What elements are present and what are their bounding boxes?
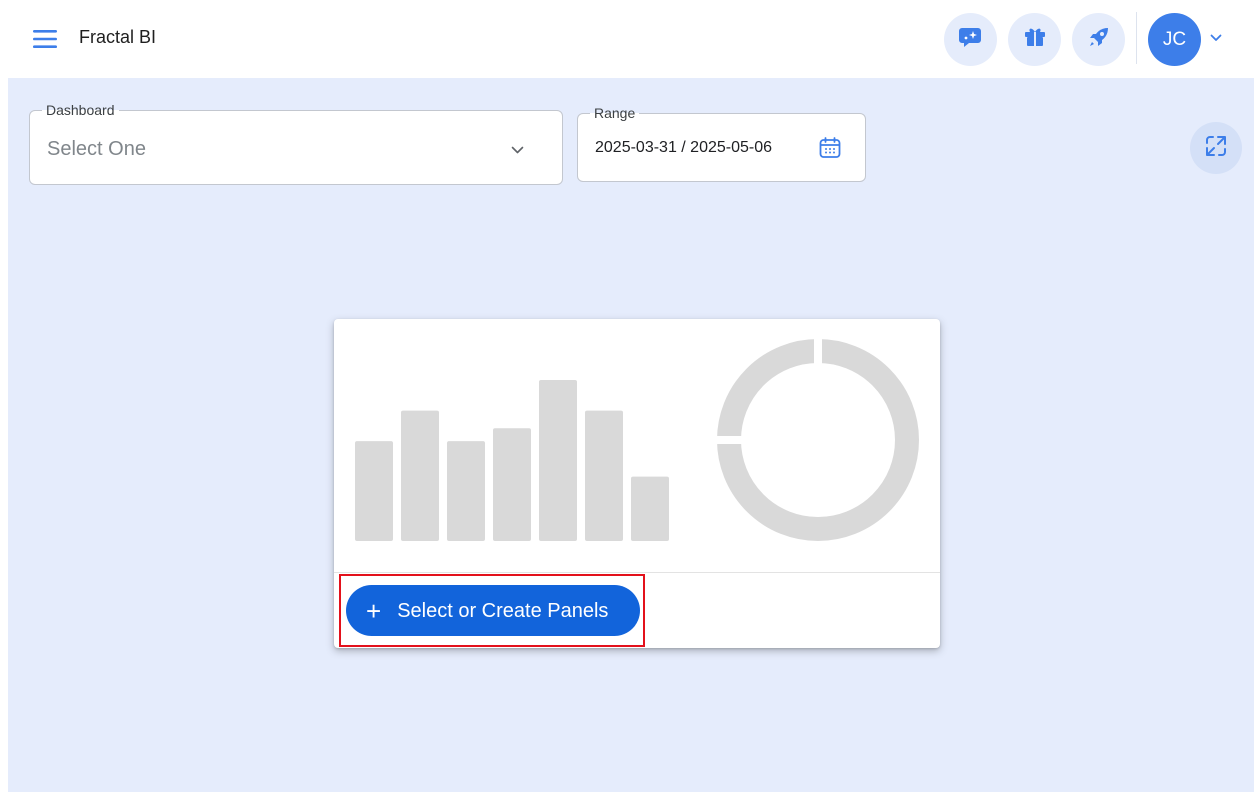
dashboard-label: Dashboard bbox=[42, 101, 119, 119]
plus-icon: + bbox=[366, 595, 382, 626]
placeholder-bar bbox=[631, 476, 669, 541]
rocket-icon bbox=[1087, 25, 1111, 54]
donut-placeholder bbox=[710, 333, 919, 541]
dashboard-canvas: Dashboard Select One Range 2025-03-31 / … bbox=[8, 78, 1254, 792]
calendar-icon[interactable] bbox=[815, 133, 845, 163]
range-field[interactable]: Range 2025-03-31 / 2025-05-06 bbox=[577, 104, 866, 182]
range-label: Range bbox=[590, 104, 640, 122]
chevron-down-icon bbox=[507, 140, 527, 160]
chat-sparkle-icon bbox=[958, 25, 984, 54]
chevron-down-icon[interactable] bbox=[1207, 29, 1225, 47]
placeholder-bar bbox=[539, 380, 577, 541]
card-divider bbox=[334, 572, 940, 573]
expand-icon bbox=[1203, 133, 1229, 164]
gifts-button[interactable] bbox=[1008, 13, 1061, 66]
gift-icon bbox=[1023, 26, 1047, 53]
select-or-create-panels-label: Select or Create Panels bbox=[397, 599, 609, 622]
placeholder-bar bbox=[355, 441, 393, 541]
panels-placeholder-illustration bbox=[355, 333, 919, 541]
dashboard-select[interactable]: Dashboard Select One bbox=[29, 101, 563, 185]
placeholder-bar bbox=[447, 441, 485, 541]
select-or-create-panels-button[interactable]: + Select or Create Panels bbox=[346, 585, 640, 636]
placeholder-bar bbox=[493, 428, 531, 541]
placeholder-bar-chart bbox=[355, 380, 669, 541]
user-avatar[interactable]: JC bbox=[1148, 13, 1201, 66]
dashboard-select-value: Select One bbox=[47, 138, 146, 160]
ai-chat-button[interactable] bbox=[944, 13, 997, 66]
placeholder-bar bbox=[585, 410, 623, 541]
top-app-bar: Fractal BI JC bbox=[0, 0, 1254, 78]
hamburger-menu-icon[interactable] bbox=[26, 20, 64, 58]
placeholder-bar bbox=[401, 410, 439, 541]
fullscreen-button[interactable] bbox=[1190, 122, 1242, 174]
app-title: Fractal BI bbox=[79, 27, 157, 47]
range-value: 2025-03-31 / 2025-05-06 bbox=[595, 139, 773, 156]
launch-button[interactable] bbox=[1072, 13, 1125, 66]
empty-state-card: + Select or Create Panels bbox=[334, 319, 940, 648]
header-divider bbox=[1136, 12, 1137, 64]
